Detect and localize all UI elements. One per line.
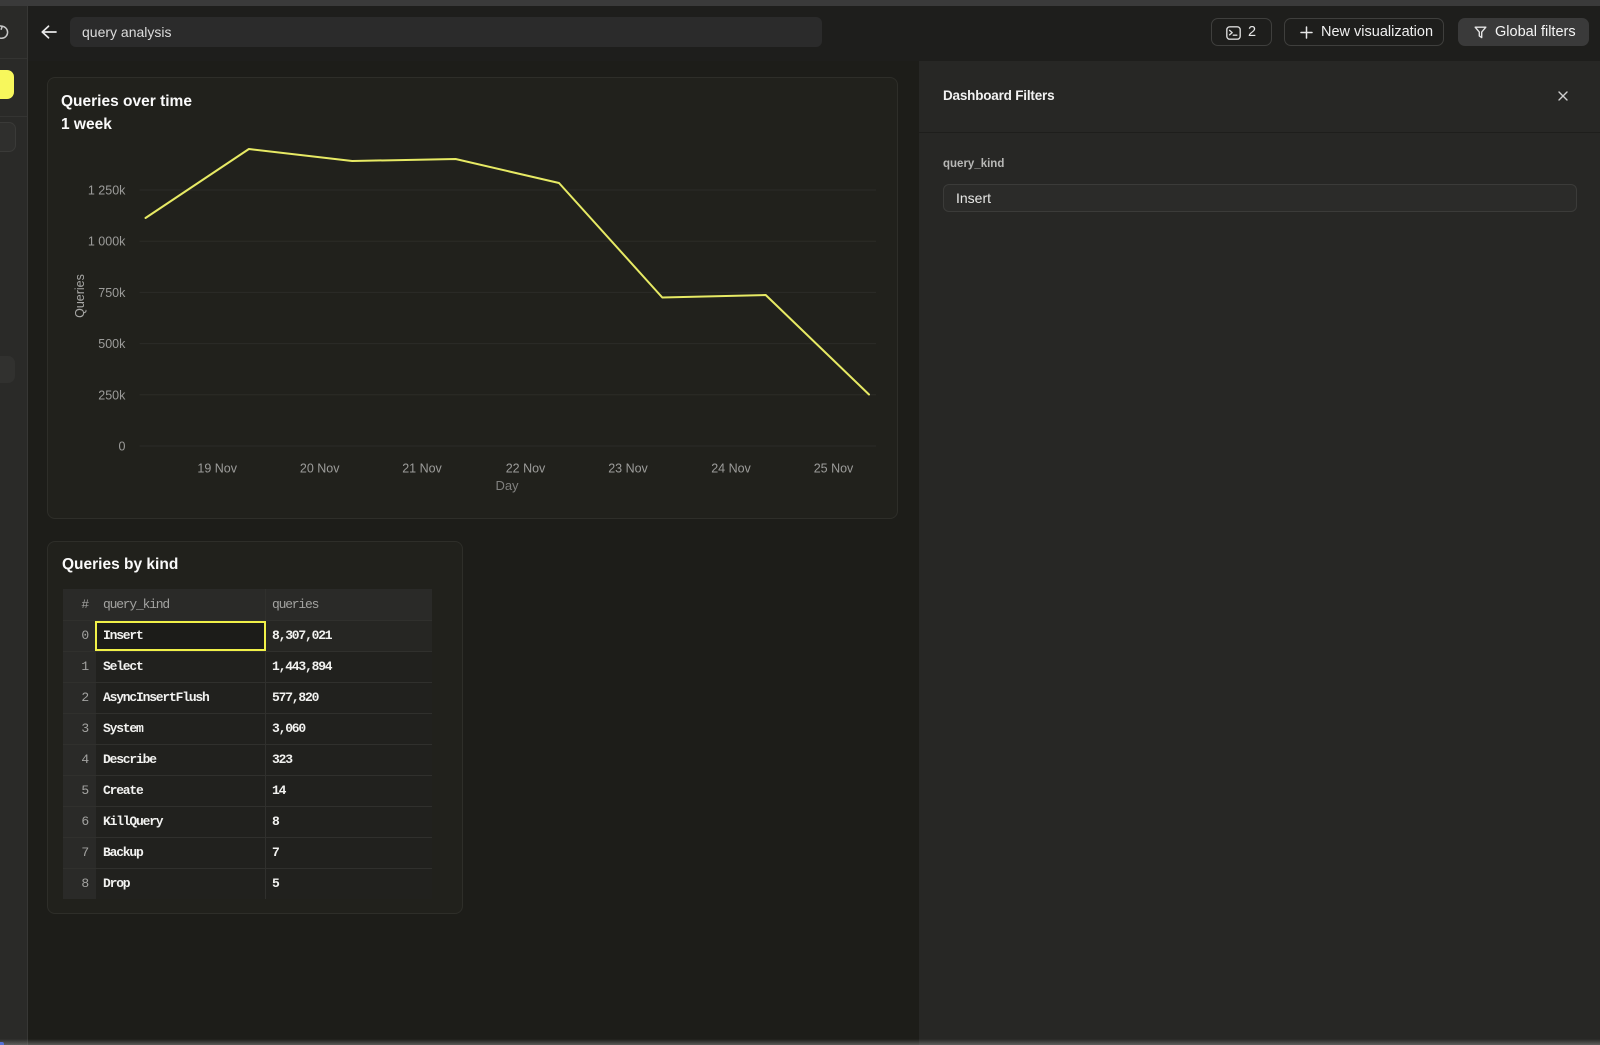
svg-text:Day: Day: [495, 478, 519, 493]
svg-text:22 Nov: 22 Nov: [506, 462, 546, 476]
svg-text:24 Nov: 24 Nov: [711, 462, 751, 476]
svg-text:0: 0: [118, 440, 125, 454]
svg-text:20 Nov: 20 Nov: [300, 462, 340, 476]
svg-text:500k: 500k: [98, 337, 126, 351]
svg-text:21 Nov: 21 Nov: [402, 462, 442, 476]
svg-text:750k: 750k: [98, 286, 126, 300]
svg-text:19 Nov: 19 Nov: [197, 462, 237, 476]
svg-text:250k: 250k: [98, 388, 126, 402]
svg-text:25 Nov: 25 Nov: [814, 462, 854, 476]
svg-text:23 Nov: 23 Nov: [608, 462, 648, 476]
svg-text:1 250k: 1 250k: [88, 184, 126, 198]
svg-text:1 000k: 1 000k: [88, 235, 126, 249]
svg-text:Queries: Queries: [73, 274, 87, 318]
